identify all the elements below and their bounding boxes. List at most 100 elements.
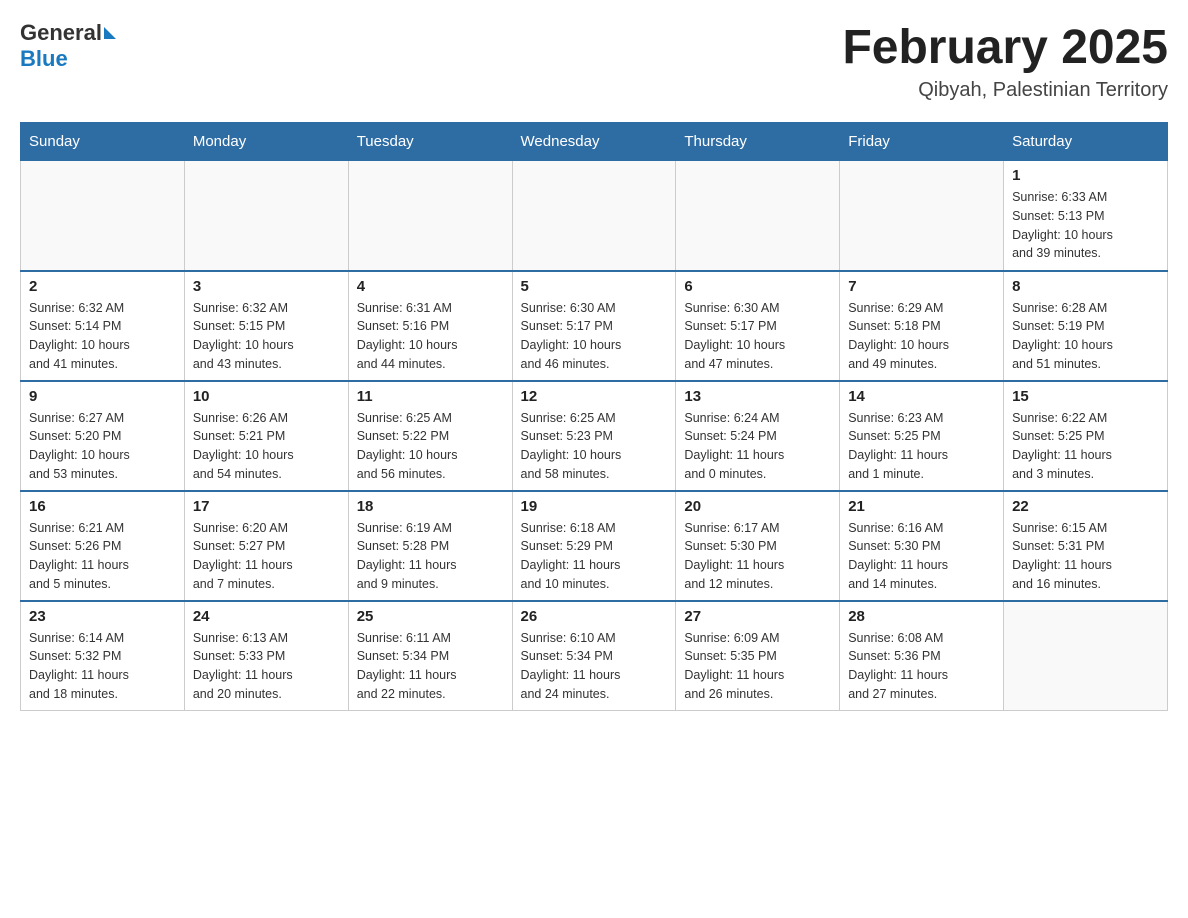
weekday-header-monday: Monday [184, 123, 348, 161]
day-info: Sunrise: 6:19 AM Sunset: 5:28 PM Dayligh… [357, 519, 504, 594]
calendar-cell: 19 Sunrise: 6:18 AM Sunset: 5:29 PM Dayli… [512, 491, 676, 601]
day-number: 5 [521, 278, 668, 295]
calendar-cell: 27 Sunrise: 6:09 AM Sunset: 5:35 PM Dayli… [676, 601, 840, 711]
calendar-cell: 3 Sunrise: 6:32 AM Sunset: 5:15 PM Daylig… [184, 271, 348, 381]
calendar-week-row: 2Sunrise: 6:32 AM Sunset: 5:14 PM Daylig… [21, 271, 1168, 381]
calendar-cell: 20 Sunrise: 6:17 AM Sunset: 5:30 PM Dayli… [676, 491, 840, 601]
calendar-cell: 23 Sunrise: 6:14 AM Sunset: 5:32 PM Dayli… [21, 601, 185, 711]
calendar-cell [676, 161, 840, 271]
day-number: 20 [684, 498, 831, 515]
calendar-cell [1004, 601, 1168, 711]
day-info: Sunrise: 6:09 AM Sunset: 5:35 PM Dayligh… [684, 629, 831, 704]
day-info: Sunrise: 6:30 AM Sunset: 5:17 PM Dayligh… [684, 299, 831, 374]
day-number: 27 [684, 608, 831, 625]
calendar-cell: 21 Sunrise: 6:16 AM Sunset: 5:30 PM Dayli… [840, 491, 1004, 601]
calendar-week-row: 23 Sunrise: 6:14 AM Sunset: 5:32 PM Dayli… [21, 601, 1168, 711]
calendar-week-row: 9 Sunrise: 6:27 AM Sunset: 5:20 PM Daylig… [21, 381, 1168, 491]
day-info: Sunrise: 6:33 AM Sunset: 5:13 PM Dayligh… [1012, 188, 1159, 263]
weekday-header-row: SundayMondayTuesdayWednesdayThursdayFrid… [21, 123, 1168, 161]
day-info: Sunrise: 6:28 AM Sunset: 5:19 PM Dayligh… [1012, 299, 1159, 374]
day-number: 13 [684, 388, 831, 405]
day-info: Sunrise: 6:26 AM Sunset: 5:21 PM Dayligh… [193, 409, 340, 484]
day-number: 24 [193, 608, 340, 625]
calendar-cell: 16 Sunrise: 6:21 AM Sunset: 5:26 PM Dayli… [21, 491, 185, 601]
day-info: Sunrise: 6:27 AM Sunset: 5:20 PM Dayligh… [29, 409, 176, 484]
day-number: 26 [521, 608, 668, 625]
day-info: Sunrise: 6:21 AM Sunset: 5:26 PM Dayligh… [29, 519, 176, 594]
day-info: Sunrise: 6:20 AM Sunset: 5:27 PM Dayligh… [193, 519, 340, 594]
day-number: 9 [29, 388, 176, 405]
calendar-cell [840, 161, 1004, 271]
calendar-cell: 11 Sunrise: 6:25 AM Sunset: 5:22 PM Dayli… [348, 381, 512, 491]
calendar-cell: 28 Sunrise: 6:08 AM Sunset: 5:36 PM Dayli… [840, 601, 1004, 711]
calendar-week-row: 16 Sunrise: 6:21 AM Sunset: 5:26 PM Dayli… [21, 491, 1168, 601]
month-title: February 2025 [842, 20, 1168, 75]
calendar-cell: 26 Sunrise: 6:10 AM Sunset: 5:34 PM Dayli… [512, 601, 676, 711]
day-number: 22 [1012, 498, 1159, 515]
calendar-cell: 22 Sunrise: 6:15 AM Sunset: 5:31 PM Dayli… [1004, 491, 1168, 601]
day-info: Sunrise: 6:08 AM Sunset: 5:36 PM Dayligh… [848, 629, 995, 704]
day-info: Sunrise: 6:10 AM Sunset: 5:34 PM Dayligh… [521, 629, 668, 704]
day-info: Sunrise: 6:17 AM Sunset: 5:30 PM Dayligh… [684, 519, 831, 594]
day-number: 28 [848, 608, 995, 625]
weekday-header-thursday: Thursday [676, 123, 840, 161]
day-info: Sunrise: 6:30 AM Sunset: 5:17 PM Dayligh… [521, 299, 668, 374]
day-info: Sunrise: 6:25 AM Sunset: 5:23 PM Dayligh… [521, 409, 668, 484]
location-title: Qibyah, Palestinian Territory [842, 79, 1168, 102]
logo-blue-text: Blue [20, 46, 68, 71]
day-number: 16 [29, 498, 176, 515]
calendar-cell: 14 Sunrise: 6:23 AM Sunset: 5:25 PM Dayli… [840, 381, 1004, 491]
calendar-cell: 5 Sunrise: 6:30 AM Sunset: 5:17 PM Daylig… [512, 271, 676, 381]
calendar-cell: 9 Sunrise: 6:27 AM Sunset: 5:20 PM Daylig… [21, 381, 185, 491]
logo-general-text: General [20, 20, 102, 46]
calendar-cell: 8 Sunrise: 6:28 AM Sunset: 5:19 PM Daylig… [1004, 271, 1168, 381]
day-info: Sunrise: 6:15 AM Sunset: 5:31 PM Dayligh… [1012, 519, 1159, 594]
day-number: 25 [357, 608, 504, 625]
day-info: Sunrise: 6:31 AM Sunset: 5:16 PM Dayligh… [357, 299, 504, 374]
calendar-week-row: 1 Sunrise: 6:33 AM Sunset: 5:13 PM Daylig… [21, 161, 1168, 271]
day-number: 17 [193, 498, 340, 515]
day-info: Sunrise: 6:29 AM Sunset: 5:18 PM Dayligh… [848, 299, 995, 374]
day-info: Sunrise: 6:18 AM Sunset: 5:29 PM Dayligh… [521, 519, 668, 594]
day-info: Sunrise: 6:14 AM Sunset: 5:32 PM Dayligh… [29, 629, 176, 704]
calendar-cell [512, 161, 676, 271]
day-info: Sunrise: 6:22 AM Sunset: 5:25 PM Dayligh… [1012, 409, 1159, 484]
calendar-cell: 2Sunrise: 6:32 AM Sunset: 5:14 PM Daylig… [21, 271, 185, 381]
day-number: 1 [1012, 167, 1159, 184]
calendar-cell: 4Sunrise: 6:31 AM Sunset: 5:16 PM Daylig… [348, 271, 512, 381]
day-number: 6 [684, 278, 831, 295]
day-info: Sunrise: 6:16 AM Sunset: 5:30 PM Dayligh… [848, 519, 995, 594]
calendar-cell: 1 Sunrise: 6:33 AM Sunset: 5:13 PM Daylig… [1004, 161, 1168, 271]
day-number: 21 [848, 498, 995, 515]
calendar-cell: 18Sunrise: 6:19 AM Sunset: 5:28 PM Dayli… [348, 491, 512, 601]
day-number: 3 [193, 278, 340, 295]
calendar-cell: 12Sunrise: 6:25 AM Sunset: 5:23 PM Dayli… [512, 381, 676, 491]
day-number: 15 [1012, 388, 1159, 405]
day-number: 23 [29, 608, 176, 625]
day-info: Sunrise: 6:25 AM Sunset: 5:22 PM Dayligh… [357, 409, 504, 484]
calendar-table: SundayMondayTuesdayWednesdayThursdayFrid… [20, 122, 1168, 711]
day-number: 8 [1012, 278, 1159, 295]
calendar-cell [348, 161, 512, 271]
day-number: 19 [521, 498, 668, 515]
calendar-cell [184, 161, 348, 271]
weekday-header-tuesday: Tuesday [348, 123, 512, 161]
logo-arrow-icon [104, 27, 116, 39]
day-info: Sunrise: 6:11 AM Sunset: 5:34 PM Dayligh… [357, 629, 504, 704]
weekday-header-wednesday: Wednesday [512, 123, 676, 161]
calendar-cell: 25 Sunrise: 6:11 AM Sunset: 5:34 PM Dayli… [348, 601, 512, 711]
weekday-header-saturday: Saturday [1004, 123, 1168, 161]
calendar-cell: 6 Sunrise: 6:30 AM Sunset: 5:17 PM Daylig… [676, 271, 840, 381]
calendar-cell: 10 Sunrise: 6:26 AM Sunset: 5:21 PM Dayli… [184, 381, 348, 491]
day-number: 7 [848, 278, 995, 295]
day-info: Sunrise: 6:24 AM Sunset: 5:24 PM Dayligh… [684, 409, 831, 484]
logo: General Blue [20, 20, 116, 73]
day-info: Sunrise: 6:23 AM Sunset: 5:25 PM Dayligh… [848, 409, 995, 484]
day-number: 11 [357, 388, 504, 405]
calendar-cell: 17 Sunrise: 6:20 AM Sunset: 5:27 PM Dayli… [184, 491, 348, 601]
day-info: Sunrise: 6:32 AM Sunset: 5:15 PM Dayligh… [193, 299, 340, 374]
day-number: 10 [193, 388, 340, 405]
calendar-cell: 13 Sunrise: 6:24 AM Sunset: 5:24 PM Dayli… [676, 381, 840, 491]
day-number: 14 [848, 388, 995, 405]
day-info: Sunrise: 6:13 AM Sunset: 5:33 PM Dayligh… [193, 629, 340, 704]
